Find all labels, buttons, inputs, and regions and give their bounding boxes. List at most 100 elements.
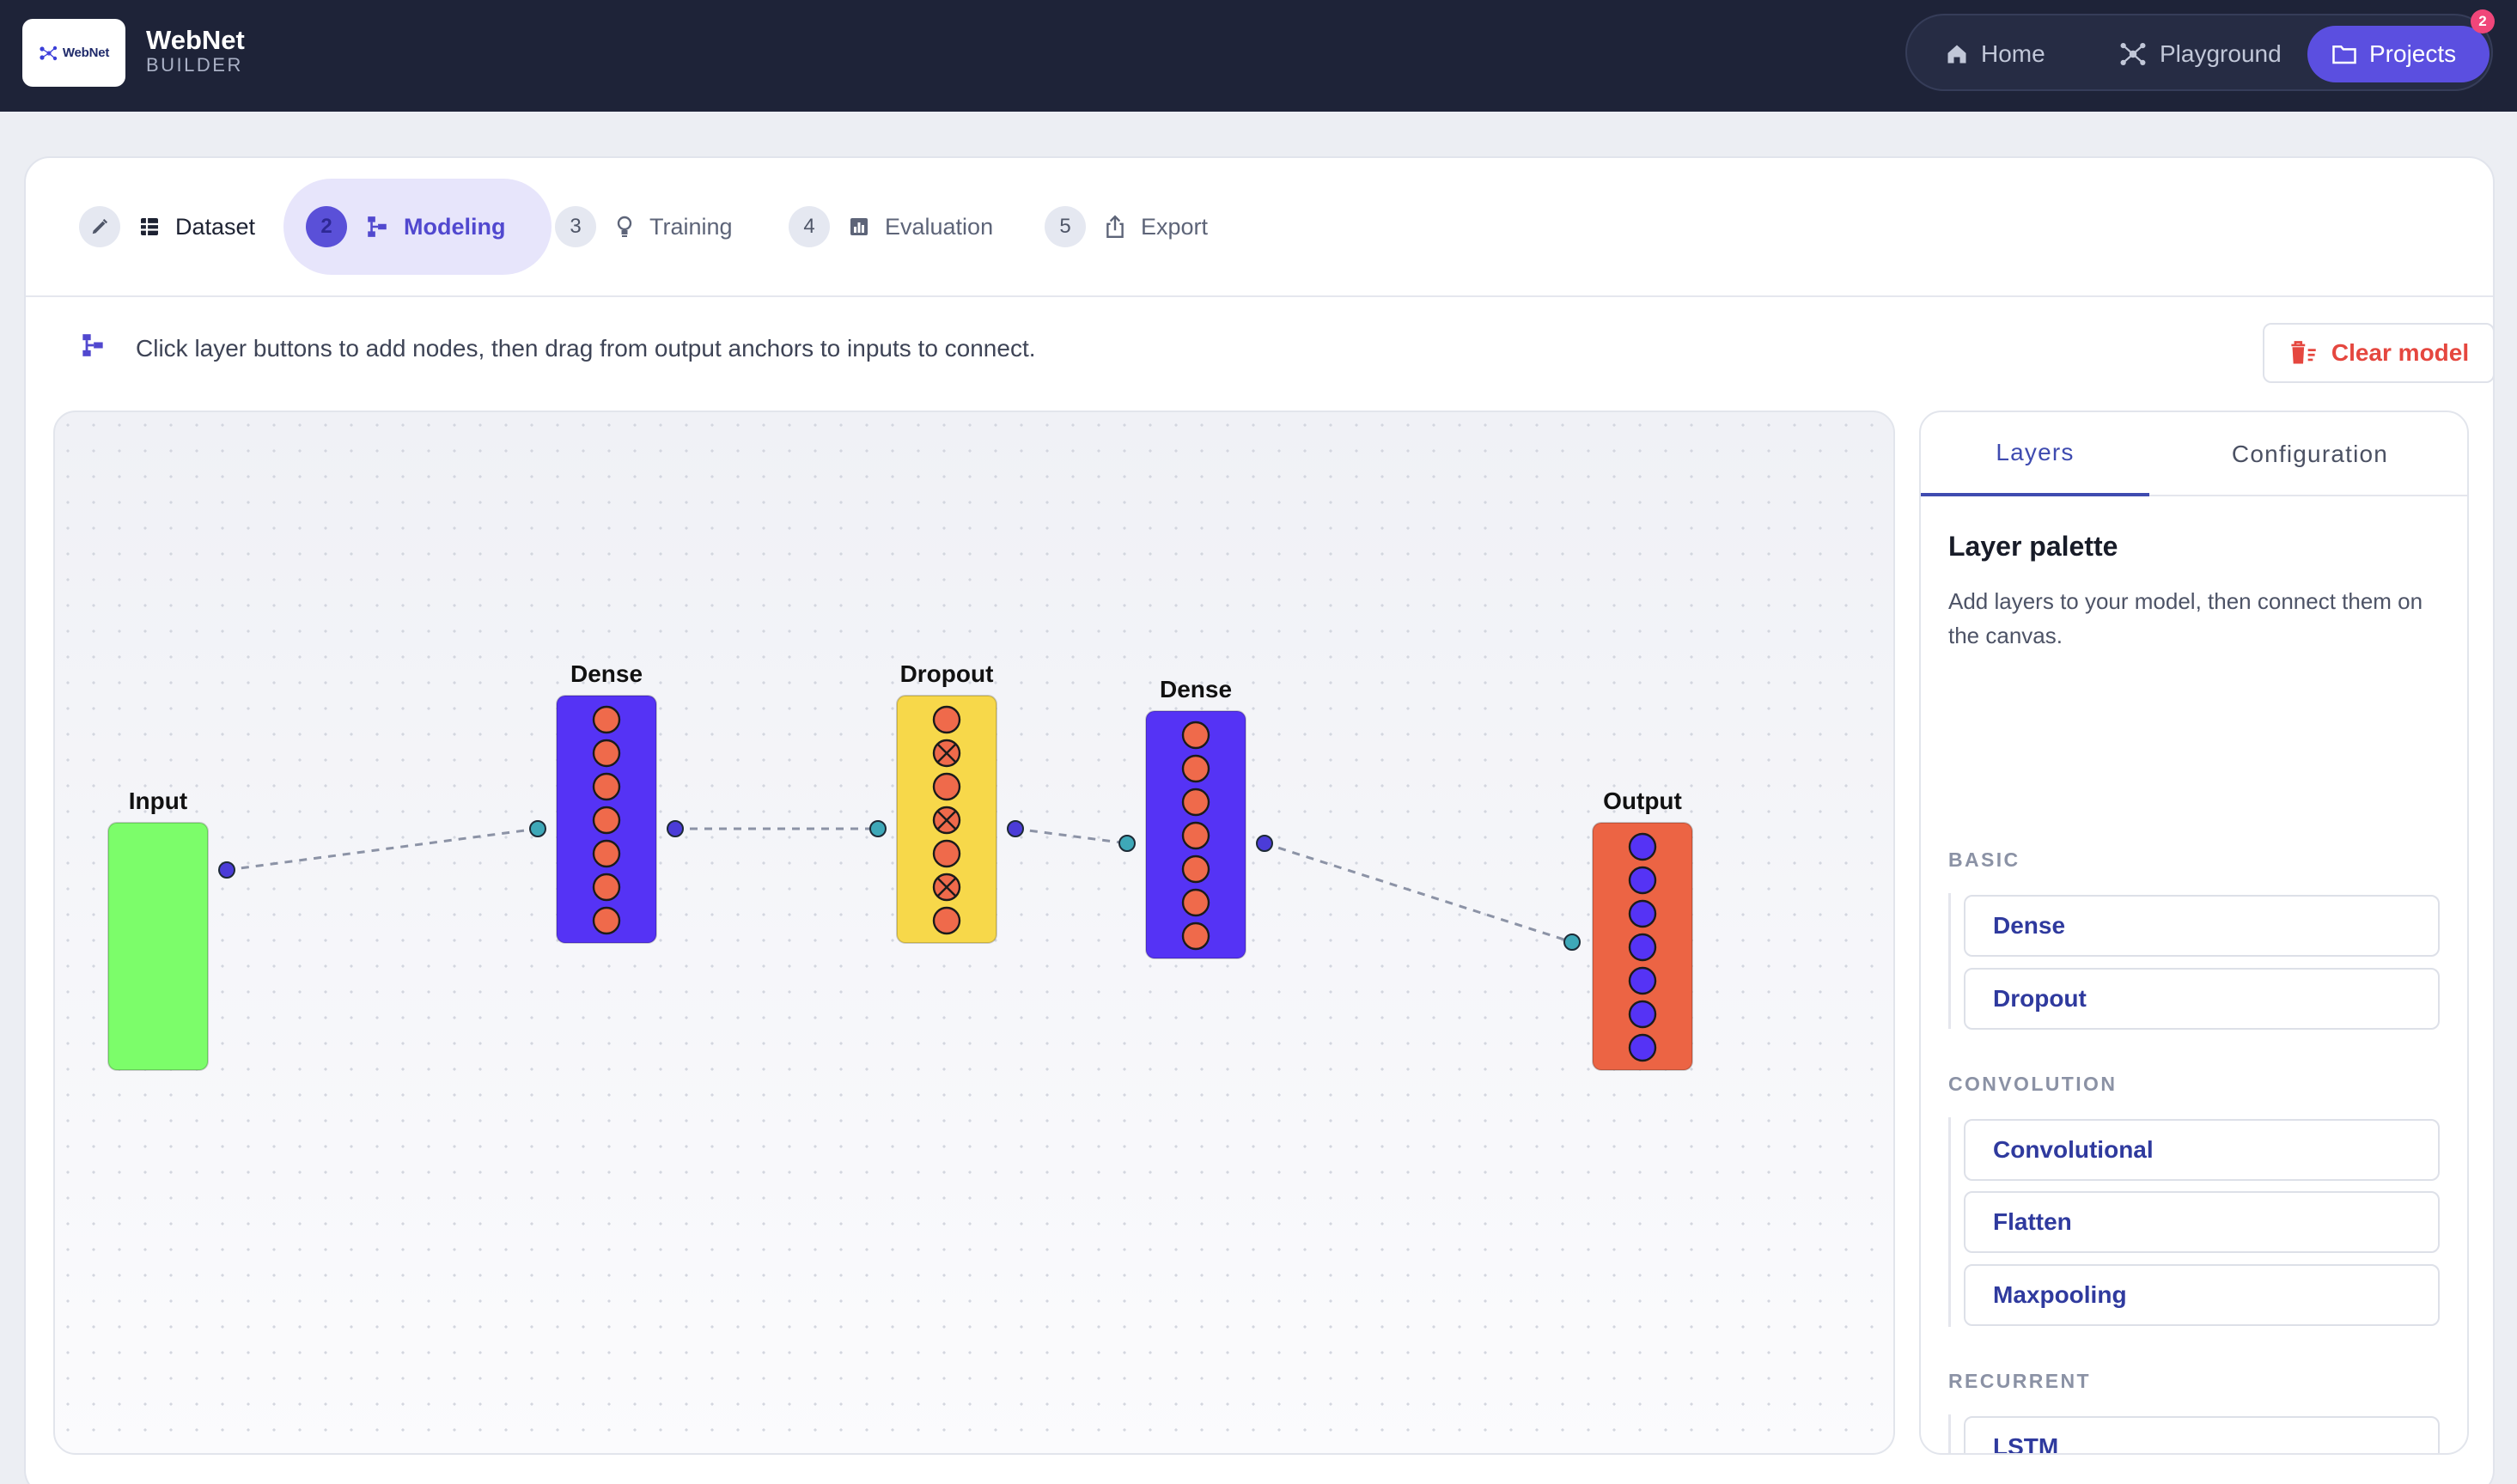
step-dataset-label: Dataset <box>175 213 256 240</box>
neuron <box>932 705 961 734</box>
panel-description: Add layers to your model, then connect t… <box>1948 588 2423 648</box>
layer-button-convolutional[interactable]: Convolutional <box>1964 1119 2440 1181</box>
nav-playground[interactable]: Playground <box>2094 26 2306 82</box>
neuron <box>932 839 961 868</box>
output-anchor[interactable] <box>1256 835 1273 852</box>
layer-node-label: Dense <box>1160 676 1232 702</box>
trash-icon <box>2291 341 2316 364</box>
layer-node-dense[interactable]: Dense <box>529 660 684 944</box>
neuron <box>1628 899 1657 928</box>
connection-line[interactable] <box>1015 827 1128 845</box>
clear-model-button[interactable]: Clear model <box>2263 323 2493 383</box>
layer-button-maxpooling[interactable]: Maxpooling <box>1964 1264 2440 1326</box>
step-dataset[interactable]: Dataset <box>79 179 255 275</box>
layer-node-label: Dropout <box>900 660 994 687</box>
top-navbar: WebNet WebNet BUILDER Home Playground Pr… <box>0 0 2517 112</box>
tab-layers[interactable]: Layers <box>1921 412 2149 496</box>
layer-node-output[interactable]: Output <box>1563 788 1693 1071</box>
group-label-recurrent: RECURRENT <box>1948 1370 2091 1392</box>
step-training-number: 3 <box>555 206 596 247</box>
model-canvas[interactable]: Input Dense Dropout Dense Output <box>53 411 1895 1455</box>
hierarchy-icon <box>82 334 103 356</box>
step-export-number: 5 <box>1045 206 1086 247</box>
input-anchor[interactable] <box>529 820 546 837</box>
neuron <box>592 772 621 801</box>
table-icon <box>139 216 160 237</box>
group-label-basic: BASIC <box>1948 848 2020 871</box>
step-tabs: Dataset 2 Modeling 3 Training 4 Evaluati… <box>26 158 2493 297</box>
builder-card: Dataset 2 Modeling 3 Training 4 Evaluati… <box>24 156 2495 1484</box>
neuron <box>1181 754 1210 783</box>
hint-row: Click layer buttons to add nodes, then d… <box>55 323 2493 392</box>
output-anchor[interactable] <box>1007 820 1024 837</box>
brand: WebNet BUILDER <box>146 26 245 76</box>
step-modeling-number: 2 <box>306 206 347 247</box>
hint-text: Click layer buttons to add nodes, then d… <box>136 335 1036 362</box>
neuron <box>592 906 621 935</box>
step-evaluation-number: 4 <box>789 206 830 247</box>
lightbulb-icon <box>615 216 634 238</box>
step-training-label: Training <box>649 213 733 240</box>
app-subtitle: BUILDER <box>146 54 243 76</box>
layer-node-dropout[interactable]: Dropout <box>869 660 1024 944</box>
neuron <box>1628 1033 1657 1062</box>
layer-button-flatten[interactable]: Flatten <box>1964 1191 2440 1253</box>
playground-icon <box>2120 42 2146 66</box>
neuron <box>1181 888 1210 917</box>
output-anchor[interactable] <box>667 820 684 837</box>
neuron <box>592 705 621 734</box>
layer-button-dense[interactable]: Dense <box>1964 895 2440 957</box>
layer-node-body[interactable] <box>107 822 209 1071</box>
neuron <box>592 873 621 902</box>
edit-step-icon <box>79 206 120 247</box>
nav-projects[interactable]: Projects <box>2307 26 2490 82</box>
nav-home-label: Home <box>1981 40 2045 67</box>
model-graph[interactable]: Input Dense Dropout Dense Output <box>55 412 1895 1455</box>
nav-playground-label: Playground <box>2160 40 2282 67</box>
panel-title: Layer palette <box>1948 531 2118 562</box>
network-logo-icon <box>40 46 58 60</box>
hierarchy-icon <box>366 215 388 239</box>
clear-model-label: Clear model <box>2331 339 2470 366</box>
neuron <box>1181 921 1210 951</box>
neuron <box>592 739 621 768</box>
group-divider <box>1948 1117 1951 1327</box>
neuron <box>1628 1000 1657 1029</box>
main-nav: Home Playground Projects <box>1905 14 2493 91</box>
app-logo[interactable]: WebNet <box>22 19 125 87</box>
panel-tabs: Layers Configuration <box>1921 412 2467 496</box>
tab-configuration[interactable]: Configuration <box>2149 412 2467 496</box>
connection-line[interactable] <box>1264 842 1573 944</box>
step-evaluation[interactable]: 4 Evaluation <box>789 179 993 275</box>
step-training[interactable]: 3 Training <box>555 179 733 275</box>
neuron <box>1181 855 1210 884</box>
layer-node-input[interactable]: Input <box>107 788 235 1071</box>
share-icon <box>1105 215 1125 239</box>
layer-node-label: Dense <box>570 660 643 687</box>
layer-button-dropout[interactable]: Dropout <box>1964 968 2440 1030</box>
neuron <box>592 806 621 835</box>
neuron <box>932 906 961 935</box>
neuron <box>1181 821 1210 850</box>
neuron <box>932 772 961 801</box>
step-modeling[interactable]: 2 Modeling <box>283 179 552 275</box>
step-export-label: Export <box>1141 213 1209 240</box>
layer-button-lstm[interactable]: LSTM <box>1964 1416 2440 1453</box>
input-anchor[interactable] <box>869 820 887 837</box>
neuron <box>1181 721 1210 750</box>
input-anchor[interactable] <box>1118 835 1136 852</box>
connection-line[interactable] <box>226 827 539 872</box>
group-divider <box>1948 893 1951 1029</box>
notification-badge: 2 <box>2471 9 2495 33</box>
neuron <box>1628 866 1657 895</box>
neuron <box>1628 933 1657 962</box>
input-anchor[interactable] <box>1563 934 1581 951</box>
nav-home[interactable]: Home <box>1921 26 2069 82</box>
layer-node-label: Output <box>1603 788 1682 814</box>
layer-node-label: Input <box>129 788 187 814</box>
home-icon <box>1947 45 1966 64</box>
folder-icon <box>2332 46 2356 64</box>
output-anchor[interactable] <box>218 861 235 879</box>
layer-node-dense[interactable]: Dense <box>1118 676 1273 959</box>
step-export[interactable]: 5 Export <box>1045 179 1208 275</box>
